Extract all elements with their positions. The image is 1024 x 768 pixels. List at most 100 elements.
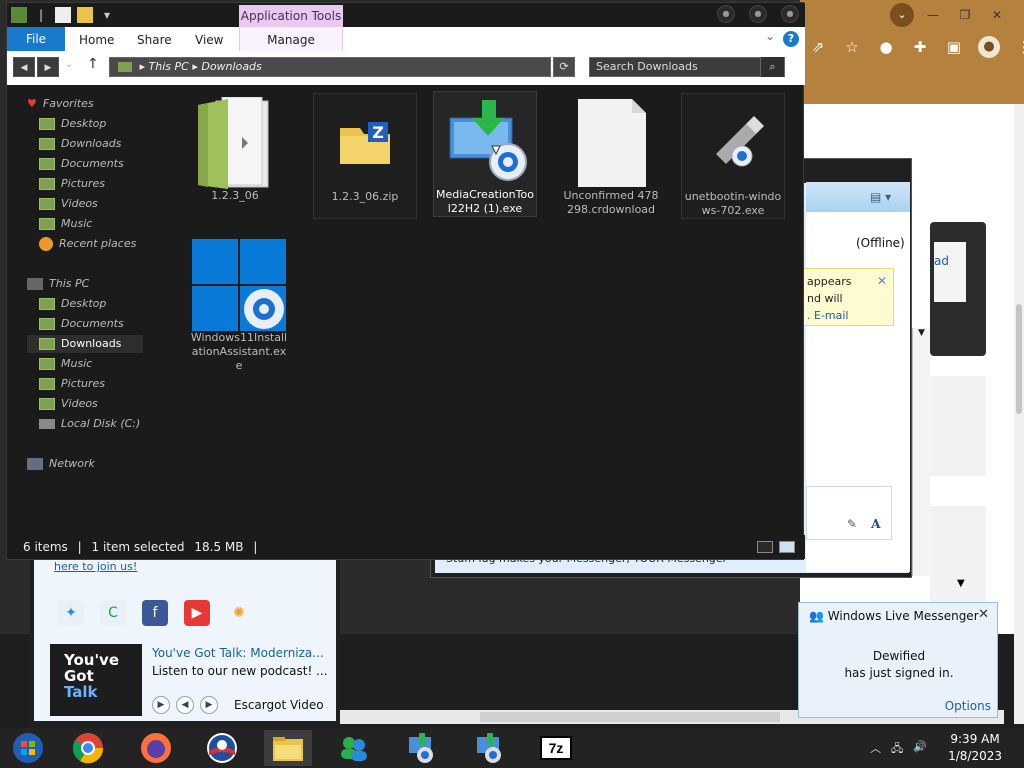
close-icon[interactable]: ● (781, 5, 799, 23)
sidebar-icon[interactable]: ▣ (944, 37, 964, 57)
show-hidden-icons[interactable]: ︿ (870, 740, 881, 759)
next-icon[interactable]: ▶ (200, 696, 218, 714)
menu-dots-icon[interactable]: ⋮ (1014, 37, 1024, 57)
nav-fav-pictures[interactable]: Pictures (39, 175, 105, 193)
up-arrow-icon[interactable]: ↑ (87, 56, 99, 72)
nav-fav-downloads[interactable]: Downloads (39, 135, 121, 153)
details-view-icon[interactable] (757, 541, 773, 553)
volume-icon[interactable]: 🔊 (913, 740, 927, 759)
file-explorer-icon[interactable] (264, 730, 312, 766)
join-link[interactable]: here to join us! (54, 560, 137, 573)
nav-fav-videos[interactable]: Videos (39, 195, 98, 213)
nav-favorites[interactable]: ♥ Favorites (27, 95, 94, 113)
tab-file[interactable]: File (7, 27, 65, 51)
file-item[interactable]: unetbootin-windows-702.exe (681, 93, 785, 219)
restore-icon[interactable]: ❐ (952, 5, 978, 25)
nav-fav-music[interactable]: Music (39, 215, 92, 233)
nav-pc-music[interactable]: Music (39, 355, 92, 373)
nav-fav-documents[interactable]: Documents (39, 155, 124, 173)
previous-icon[interactable]: ◀ (176, 696, 194, 714)
close-icon[interactable]: ✕ (978, 607, 989, 622)
nav-pc-pictures[interactable]: Pictures (39, 375, 105, 393)
file-item-selected[interactable]: MediaCreationTool22H2 (1).exe (433, 91, 537, 217)
tab-home[interactable]: Home (79, 27, 114, 51)
font-icon[interactable]: A (871, 517, 880, 531)
pen-icon[interactable]: ✎ (847, 517, 857, 531)
facebook-icon[interactable]: f (142, 600, 168, 626)
layout-icon[interactable]: ▤ ▾ (870, 190, 891, 204)
scroll-down-icon[interactable]: ▼ (913, 328, 930, 338)
properties-icon[interactable] (55, 7, 71, 23)
search-icon[interactable]: ⌕ (760, 57, 784, 77)
nav-fav-desktop[interactable]: Desktop (39, 115, 106, 133)
email-link[interactable]: . E-mail (807, 307, 893, 324)
explorer-app-icon[interactable] (11, 7, 27, 23)
profile-icon[interactable]: ● (978, 36, 1000, 58)
file-item[interactable]: Z 1.2.3_06.zip (313, 93, 417, 219)
address-bar[interactable]: ▸ This PC ▸ Downloads (109, 57, 551, 77)
play-icon[interactable]: ▶ (152, 696, 170, 714)
nav-fav-recent[interactable]: Recent places (39, 235, 136, 253)
chrome-icon[interactable]: C (100, 600, 126, 626)
close-icon[interactable]: ✕ (877, 273, 887, 290)
extension-icon[interactable]: ● (876, 37, 896, 57)
share-icon[interactable]: ⇗ (808, 37, 828, 57)
search-input[interactable]: Search Downloads ⌕ (589, 57, 785, 77)
nav-network[interactable]: Network (27, 455, 95, 473)
chrome-icon[interactable] (64, 730, 112, 766)
minimize-icon[interactable]: ● (717, 5, 735, 23)
youtube-icon[interactable]: ▶ (184, 600, 210, 626)
setup-installer-icon[interactable] (466, 730, 514, 766)
nav-pc-local-disk[interactable]: Local Disk (C:) (39, 415, 140, 433)
scroll-thumb[interactable] (1016, 304, 1022, 414)
chat-scrollbar[interactable]: ▼ (912, 328, 930, 576)
file-item[interactable]: Windows11InstallationAssistant.exe (187, 235, 291, 372)
nav-pc-documents[interactable]: Documents (39, 315, 124, 333)
tab-manage[interactable]: Manage (239, 27, 343, 51)
new-folder-icon[interactable] (77, 7, 93, 23)
7zip-icon[interactable]: 7z (532, 730, 580, 766)
butterfly-icon[interactable]: ✦ (58, 600, 84, 626)
news-title-link[interactable]: You've Got Talk: Moderniza... (152, 646, 324, 660)
podcast-thumbnail[interactable]: You've Got Talk (50, 644, 142, 716)
clock[interactable]: 9:39 AM 1/8/2023 (948, 731, 1002, 765)
breadcrumb-this-pc[interactable]: This PC (149, 60, 189, 73)
network-icon[interactable]: 🖧 (891, 740, 903, 759)
large-icons-view-icon[interactable] (779, 541, 795, 553)
chevron-down-icon[interactable]: ▾ (99, 7, 115, 23)
nav-this-pc[interactable]: This PC (27, 275, 89, 293)
star-icon[interactable]: ☆ (842, 37, 862, 57)
messenger-icon[interactable] (330, 730, 378, 766)
puzzle-icon[interactable]: ✚ (910, 37, 930, 57)
chevron-down-icon[interactable]: ⌄ (765, 29, 775, 43)
nav-pc-desktop[interactable]: Desktop (39, 295, 106, 313)
breadcrumb-downloads[interactable]: Downloads (201, 60, 261, 73)
dropdown-arrow-icon[interactable]: ▼ (957, 578, 965, 589)
options-link[interactable]: Options (945, 699, 991, 713)
forward-button[interactable]: ▶ (37, 57, 59, 77)
nav-pc-downloads[interactable]: Downloads (27, 335, 143, 353)
file-item[interactable]: 1.2.3_06 (183, 93, 287, 219)
recent-locations-icon[interactable]: ⌄ (65, 59, 73, 70)
back-button[interactable]: ◀ (13, 57, 35, 77)
close-icon[interactable]: ✕ (984, 5, 1010, 25)
obama-logo-icon[interactable] (198, 730, 246, 766)
help-icon[interactable]: ? (783, 31, 799, 47)
tab-view[interactable]: View (195, 27, 223, 51)
minimize-icon[interactable]: — (920, 5, 946, 25)
nav-pc-videos[interactable]: Videos (39, 395, 98, 413)
panel-link[interactable]: ad (934, 242, 966, 302)
firefox-icon[interactable] (132, 730, 180, 766)
maximize-icon[interactable]: ● (749, 5, 767, 23)
file-item[interactable]: Unconfirmed 478298.crdownload (559, 93, 663, 219)
browser-scrollbar[interactable] (1014, 104, 1024, 724)
chevron-down-icon[interactable]: ⌄ (890, 3, 914, 27)
scroll-thumb[interactable] (480, 712, 780, 722)
chat-input[interactable]: ✎ A (806, 486, 892, 540)
refresh-button[interactable]: ⟳ (553, 57, 575, 77)
start-icon[interactable] (4, 730, 52, 766)
tab-share[interactable]: Share (137, 27, 172, 51)
breadcrumb-separator: ▸ (139, 60, 149, 73)
setup-installer-icon[interactable] (398, 730, 446, 766)
weather-icon[interactable]: ✺ (226, 600, 252, 626)
